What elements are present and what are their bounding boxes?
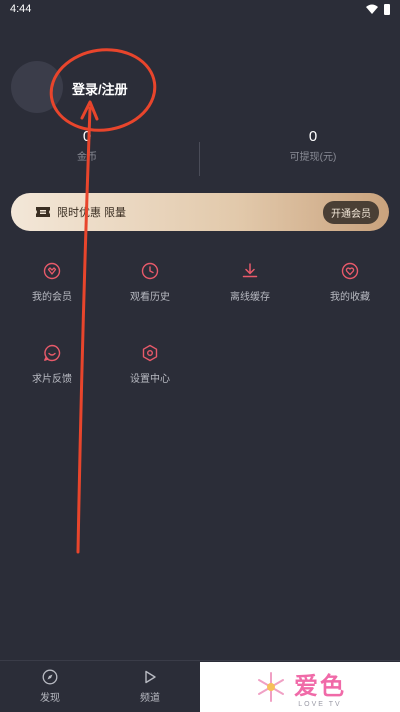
menu-label: 我的收藏 [330, 292, 370, 303]
avatar[interactable] [11, 61, 63, 113]
cash-value: 0 [308, 128, 318, 145]
wifi-icon [366, 4, 378, 14]
watermark-subtext: LOVE TV [298, 701, 342, 708]
menu-item-my-vip[interactable]: 我的会员 [12, 262, 92, 303]
coins-label: 金币 [77, 152, 97, 163]
coins-stat[interactable]: 0 金币 [12, 128, 162, 163]
settings-icon [142, 344, 158, 362]
nav-label: 发现 [40, 693, 60, 704]
menu-item-history[interactable]: 观看历史 [110, 262, 190, 303]
menu-item-feedback[interactable]: 求片反馈 [12, 344, 92, 385]
menu-item-offline-cache[interactable]: 离线缓存 [210, 262, 290, 303]
download-icon [242, 263, 258, 278]
feedback-icon [44, 344, 61, 362]
nav-tab-channels[interactable]: 频道 [120, 669, 180, 704]
nav-tab-discover[interactable]: 发现 [20, 669, 80, 704]
cash-stat[interactable]: 0 可提现(元) [238, 128, 388, 163]
menu-label: 设置中心 [130, 374, 170, 385]
ticket-icon [36, 207, 50, 217]
status-icons [366, 3, 390, 15]
battery-icon [384, 3, 390, 15]
menu-item-settings[interactable]: 设置中心 [110, 344, 190, 385]
coins-value: 0 [82, 128, 92, 145]
watermark-text-block: 爱色 LOVE TV [294, 666, 346, 708]
login-register-link[interactable]: 登录/注册 [72, 79, 128, 98]
nav-label: 频道 [140, 693, 160, 704]
clock-icon [141, 262, 159, 280]
cash-label: 可提现(元) [289, 152, 337, 163]
annotation-arrow-line [76, 106, 92, 554]
annotation-arrow-head [80, 100, 99, 121]
favorite-icon [341, 262, 359, 280]
stats-divider [199, 142, 200, 176]
menu-label: 观看历史 [130, 292, 170, 303]
play-icon [145, 670, 156, 684]
menu-label: 求片反馈 [32, 374, 72, 385]
compass-icon [42, 669, 58, 685]
status-time: 4:44 [10, 3, 32, 15]
watermark-text: 爱色 [294, 673, 346, 700]
status-bar: 4:44 [0, 0, 400, 18]
promo-text: 限时优惠 限量 [57, 207, 127, 219]
watermark: 爱色 LOVE TV [200, 662, 400, 712]
snowflake-logo-icon [258, 672, 284, 702]
open-vip-button[interactable]: 开通会员 [323, 200, 379, 224]
menu-item-favorites[interactable]: 我的收藏 [310, 262, 390, 303]
stats-row: 0 金币 0 可提现(元) [0, 128, 400, 176]
vip-promo-banner[interactable]: 限时优惠 限量 开通会员 [11, 193, 389, 231]
vip-heart-icon [43, 262, 61, 280]
menu-label: 我的会员 [32, 292, 72, 303]
menu-label: 离线缓存 [230, 292, 270, 303]
